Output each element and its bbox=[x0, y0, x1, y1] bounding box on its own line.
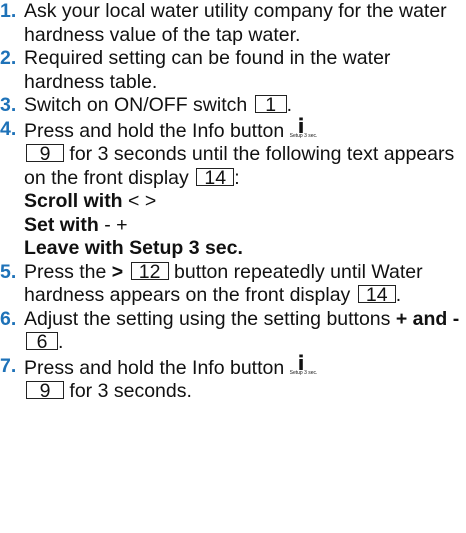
info-glyph: i bbox=[297, 350, 305, 375]
step-text: Switch on ON/OFF switch bbox=[24, 94, 248, 116]
display-line-set: Set with - + bbox=[24, 214, 466, 238]
step-text: Required setting can be found in the wat… bbox=[24, 47, 391, 93]
step-text-end: . bbox=[395, 284, 402, 306]
set-keys: - + bbox=[104, 213, 128, 236]
info-caption: Setup 3 sec. bbox=[289, 369, 318, 376]
next-symbol: > bbox=[111, 260, 124, 283]
step-5: 5. Press the > 12 button repeatedly unti… bbox=[0, 261, 466, 308]
reference-box: 9 bbox=[26, 144, 64, 164]
reference-box: 14 bbox=[357, 285, 396, 305]
step-text: Press and hold the Info button bbox=[24, 356, 285, 379]
display-line-scroll: Scroll with < > bbox=[24, 190, 466, 214]
reference-box: 9 bbox=[26, 381, 64, 401]
display-text-block: Scroll with < > Set with - + Leave with … bbox=[24, 190, 466, 261]
step-7: 7. Press and hold the Info button i Setu… bbox=[0, 350, 466, 404]
step-1: 1. Ask your local water utility company … bbox=[0, 0, 466, 47]
set-label: Set with bbox=[24, 213, 99, 236]
scroll-keys: < > bbox=[128, 190, 157, 212]
step-2: 2. Required setting can be found in the … bbox=[0, 47, 466, 94]
reference-box: 14 bbox=[196, 167, 235, 187]
scroll-label: Scroll with bbox=[24, 190, 123, 212]
info-button-icon: i Setup 3 sec. bbox=[289, 113, 324, 140]
display-line-leave: Leave with Setup 3 sec. bbox=[24, 237, 243, 259]
step-number: 4. bbox=[0, 117, 17, 140]
step-number: 2. bbox=[0, 47, 17, 69]
reference-box: 1 bbox=[254, 95, 287, 115]
step-number: 7. bbox=[0, 354, 17, 377]
step-number: 6. bbox=[0, 307, 17, 330]
info-caption: Setup 3 sec. bbox=[289, 132, 318, 139]
info-glyph: i bbox=[297, 113, 305, 138]
reference-box: 12 bbox=[130, 261, 169, 281]
step-3: 3. Switch on ON/OFF switch 1. bbox=[0, 94, 466, 118]
step-text: Press the bbox=[24, 260, 107, 283]
plus-minus-label: + and - bbox=[395, 307, 460, 330]
instructions: 1. Ask your local water utility company … bbox=[0, 0, 466, 404]
step-number: 1. bbox=[0, 0, 17, 22]
step-number: 5. bbox=[0, 260, 17, 283]
step-text: Press and hold the Info button bbox=[24, 119, 285, 142]
step-6: 6. Adjust the setting using the setting … bbox=[0, 308, 466, 355]
step-text: for 3 seconds. bbox=[69, 380, 192, 402]
step-text-end: . bbox=[286, 94, 293, 116]
info-button-icon: i Setup 3 sec. bbox=[289, 350, 324, 377]
step-text-end: : bbox=[234, 166, 240, 189]
step-number: 3. bbox=[0, 94, 17, 116]
step-text-end: . bbox=[58, 331, 64, 353]
step-text: Adjust the setting using the setting but… bbox=[24, 307, 391, 330]
reference-box: 6 bbox=[26, 332, 58, 352]
step-text: Ask your local water utility company for… bbox=[24, 0, 447, 46]
step-4: 4. Press and hold the Info button i Setu… bbox=[0, 113, 466, 261]
